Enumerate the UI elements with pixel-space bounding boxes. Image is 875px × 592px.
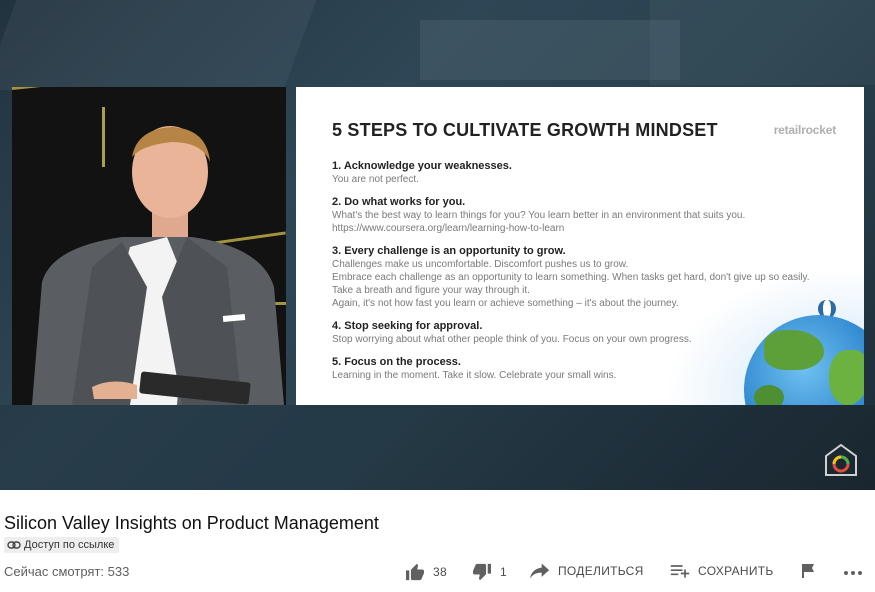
- thumb-up-icon: [406, 563, 424, 581]
- step-text: Embrace each challenge as an opportunity…: [332, 272, 810, 296]
- dislike-count: 1: [500, 565, 507, 579]
- more-actions-button[interactable]: [843, 563, 863, 579]
- slide-steps-list: 1. Acknowledge your weaknesses. You are …: [332, 159, 822, 391]
- slide-step: 3. Every challenge is an opportunity to …: [332, 244, 822, 310]
- step-heading: 1. Acknowledge your weaknesses.: [332, 160, 512, 172]
- visibility-badge-label: Доступ по ссылке: [24, 539, 115, 551]
- save-label: СОХРАНИТЬ: [698, 564, 774, 578]
- step-text: Again, it's not how fast you learn or ac…: [332, 298, 679, 309]
- step-text: What's the best way to learn things for …: [332, 210, 746, 221]
- share-arrow-icon: [530, 563, 550, 579]
- step-link-text: https://www.coursera.org/learn/learning-…: [332, 223, 565, 234]
- playlist-add-icon: [670, 565, 690, 578]
- channel-watermark-icon[interactable]: [824, 443, 858, 477]
- slide-step: 2. Do what works for you. What's the bes…: [332, 195, 822, 235]
- background-panel: [420, 20, 680, 80]
- like-count: 38: [433, 565, 447, 579]
- slide-brand-logo: retailrocket: [773, 123, 837, 137]
- step-heading: 4. Stop seeking for approval.: [332, 320, 483, 332]
- background-floor: [0, 405, 875, 490]
- slide-title: 5 STEPS TO CULTIVATE GROWTH MINDSET: [332, 120, 718, 140]
- like-button[interactable]: 38: [405, 563, 447, 581]
- video-player[interactable]: 5 STEPS TO CULTIVATE GROWTH MINDSET reta…: [0, 0, 875, 490]
- dislike-button[interactable]: 1: [472, 563, 507, 581]
- more-horizontal-icon: [844, 571, 862, 575]
- step-text: Challenges make us uncomfortable. Discom…: [332, 259, 629, 270]
- thumb-down-icon: [473, 563, 491, 581]
- step-heading: 3. Every challenge is an opportunity to …: [332, 245, 566, 257]
- link-icon: [7, 541, 21, 549]
- step-text: Stop worrying about what other people th…: [332, 334, 692, 345]
- flag-icon: [802, 564, 814, 578]
- slide-step: 4. Stop seeking for approval. Stop worry…: [332, 319, 822, 346]
- background-panel: [0, 0, 317, 90]
- video-title: Silicon Valley Insights on Product Manag…: [4, 513, 379, 533]
- step-heading: 2. Do what works for you.: [332, 196, 466, 208]
- presentation-slide: 5 STEPS TO CULTIVATE GROWTH MINDSET reta…: [296, 87, 864, 405]
- speaker-video-frame: [12, 87, 286, 405]
- live-viewers-count: Сейчас смотрят: 533: [4, 564, 130, 579]
- visibility-badge: Доступ по ссылке: [4, 537, 120, 553]
- share-button[interactable]: ПОДЕЛИТЬСЯ: [530, 563, 644, 579]
- report-button[interactable]: [800, 563, 816, 579]
- slide-step: 1. Acknowledge your weaknesses. You are …: [332, 159, 822, 186]
- speaker-figure: [32, 126, 284, 405]
- save-button[interactable]: СОХРАНИТЬ: [670, 563, 774, 579]
- background-panel: [650, 0, 875, 85]
- share-label: ПОДЕЛИТЬСЯ: [558, 564, 644, 578]
- step-text: You are not perfect.: [332, 174, 419, 185]
